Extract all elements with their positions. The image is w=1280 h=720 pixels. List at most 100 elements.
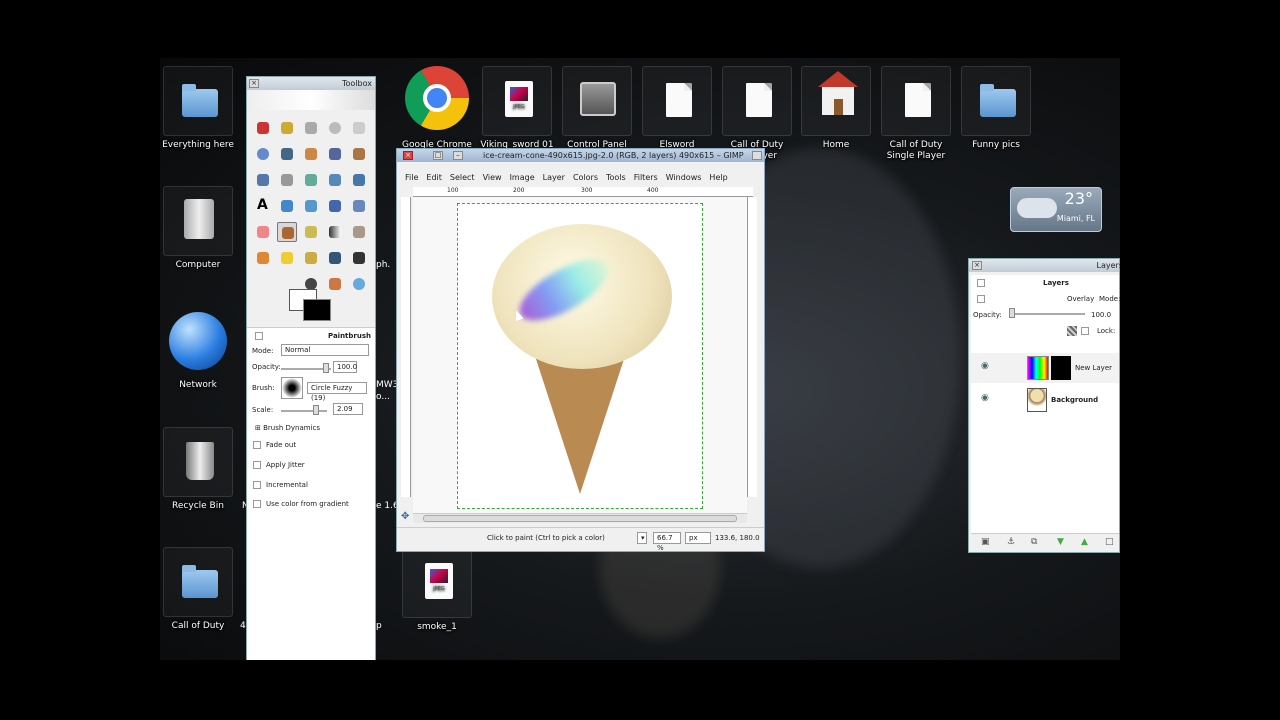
scale-slider[interactable] [281,410,327,412]
zoom-field[interactable]: 66.7 % [653,532,681,552]
status-dropdown[interactable]: ▾ [637,532,647,544]
ellipse-select-tool-icon[interactable] [325,118,345,138]
align-tool-icon[interactable] [253,170,273,190]
foreground-color-swatch[interactable] [303,299,331,321]
new-layer-icon[interactable]: □ [1105,537,1114,547]
incremental-option[interactable]: Incremental [253,481,308,489]
menu-help[interactable]: Help [709,173,727,182]
brush-dynamics-expander[interactable]: ⊞ Brush Dynamics [255,424,320,432]
blur-tool-icon[interactable] [349,274,369,294]
menu-select[interactable]: Select [450,173,475,182]
lower-layer-icon[interactable]: ▼ [1057,537,1064,547]
text-tool-icon[interactable]: A [253,196,273,216]
clone-tool-icon[interactable] [301,248,321,268]
desktop-icon-recycle-bin[interactable]: Recycle Bin [160,427,238,512]
layers-titlebar[interactable]: × Layers [969,259,1120,272]
desktop-icon-control-panel[interactable]: Control Panel [557,66,637,151]
eye-icon[interactable]: ◉ [981,393,989,403]
scale-slider-knob[interactable] [313,405,319,415]
canvas-area[interactable] [413,197,747,513]
scale-input[interactable]: 2.09 [333,403,363,415]
desktop-icon-elsword[interactable]: Elsword [637,66,717,151]
layer-row[interactable]: ◉ Background [971,385,1119,415]
crop-tool-icon[interactable] [325,170,345,190]
fade-out-checkbox[interactable] [253,441,261,449]
mode-select[interactable]: Normal [281,344,369,356]
image-titlebar[interactable]: × □ – ice-cream-cone-490x615.jpg-2.0 (RG… [397,149,764,162]
image-canvas[interactable] [457,203,703,509]
unit-select[interactable]: px [685,532,711,544]
duplicate-layer-icon[interactable]: ⧉ [1031,537,1037,547]
scrollbar-thumb[interactable] [423,515,737,522]
ink-tool-icon[interactable] [325,248,345,268]
airbrush-tool-icon[interactable] [253,248,273,268]
eraser-tool-icon[interactable] [253,222,273,242]
navigate-icon[interactable]: ✥ [401,511,409,522]
pencil-tool-icon[interactable] [301,222,321,242]
desktop-icon-viking-sword[interactable]: JPEG Viking_sword 01 [477,66,557,151]
lock-pixels-checkbox[interactable] [1081,327,1089,335]
use-color-from-gradient-option[interactable]: Use color from gradient [253,500,349,508]
lock-alpha-icon[interactable] [1067,326,1077,336]
menu-windows[interactable]: Windows [666,173,702,182]
raise-layer-icon[interactable]: ▲ [1081,537,1088,547]
desktop-icon-funny-pics[interactable]: Funny pics [956,66,1036,151]
move-tool-icon[interactable] [301,170,321,190]
menu-file[interactable]: File [405,173,418,182]
desktop-icon-home[interactable]: Home [796,66,876,151]
blend-tool-icon[interactable] [325,222,345,242]
panel-menu-icon[interactable] [255,332,263,340]
apply-jitter-option[interactable]: Apply Jitter [253,461,305,469]
bucket-fill-tool-icon[interactable] [349,222,369,242]
menu-colors[interactable]: Colors [573,173,598,182]
zoom-tool-icon[interactable] [253,144,273,164]
color-picker-tool-icon[interactable] [325,274,345,294]
paths-tool-icon[interactable] [349,144,369,164]
incremental-checkbox[interactable] [253,481,261,489]
brush-name-field[interactable]: Circle Fuzzy (19) [307,382,367,402]
close-icon[interactable]: × [249,79,259,88]
opacity-input[interactable]: 100.0 [333,361,357,373]
horizontal-scrollbar[interactable] [413,513,747,523]
brush-preview[interactable] [281,377,303,399]
perspective-tool-icon[interactable] [325,196,345,216]
desktop-icon-network[interactable]: Network [160,306,238,391]
desktop-icon-everything-here[interactable]: Everything here [160,66,238,151]
desktop-icon-call-of-duty-single-player[interactable]: Call of Duty Single Player [876,66,956,162]
rect-select-tool-icon[interactable] [253,118,273,138]
close-icon[interactable]: × [972,261,982,270]
fuzzy-select-tool-icon[interactable] [277,144,297,164]
layer-row[interactable]: ◉ New Layer [971,353,1119,383]
mode-dropdown-icon[interactable] [977,295,985,303]
pencil-alt-tool-icon[interactable] [277,118,297,138]
minimize-icon[interactable]: – [453,151,463,160]
eye-icon[interactable]: ◉ [981,361,989,371]
menu-image[interactable]: Image [510,173,535,182]
anchor-layer-icon[interactable]: ⚓ [1007,537,1015,547]
scale-tool-icon[interactable] [277,196,297,216]
apply-jitter-checkbox[interactable] [253,461,261,469]
desktop-icon-google-chrome[interactable]: Google Chrome [397,66,477,151]
smudge-tool-icon[interactable] [349,248,369,268]
menu-edit[interactable]: Edit [426,173,442,182]
lasso-tool-icon[interactable] [301,118,321,138]
fade-out-option[interactable]: Fade out [253,441,296,449]
scissors-tool-icon[interactable] [325,144,345,164]
rotate-tool-icon[interactable] [349,170,369,190]
desktop-icon-computer[interactable]: Computer [160,186,238,271]
opacity-slider-knob[interactable] [323,363,329,373]
menu-view[interactable]: View [483,173,502,182]
heal-tool-icon[interactable] [277,248,297,268]
panel-menu-icon[interactable] [977,279,985,287]
menu-layer[interactable]: Layer [543,173,565,182]
flip-tool-icon[interactable] [349,196,369,216]
shear-tool-icon[interactable] [301,196,321,216]
paintbrush-tool-icon[interactable] [277,222,297,242]
by-color-select-tool-icon[interactable] [301,144,321,164]
toolbox-titlebar[interactable]: × Toolbox [247,77,375,90]
measure-tool-icon[interactable] [277,170,297,190]
close-icon[interactable]: × [403,151,413,160]
desktop-icon-smoke[interactable]: JPEG smoke_1 [397,548,477,633]
weather-gadget[interactable]: 23° Miami, FL [1010,187,1102,232]
maximize-icon[interactable]: □ [433,151,443,160]
